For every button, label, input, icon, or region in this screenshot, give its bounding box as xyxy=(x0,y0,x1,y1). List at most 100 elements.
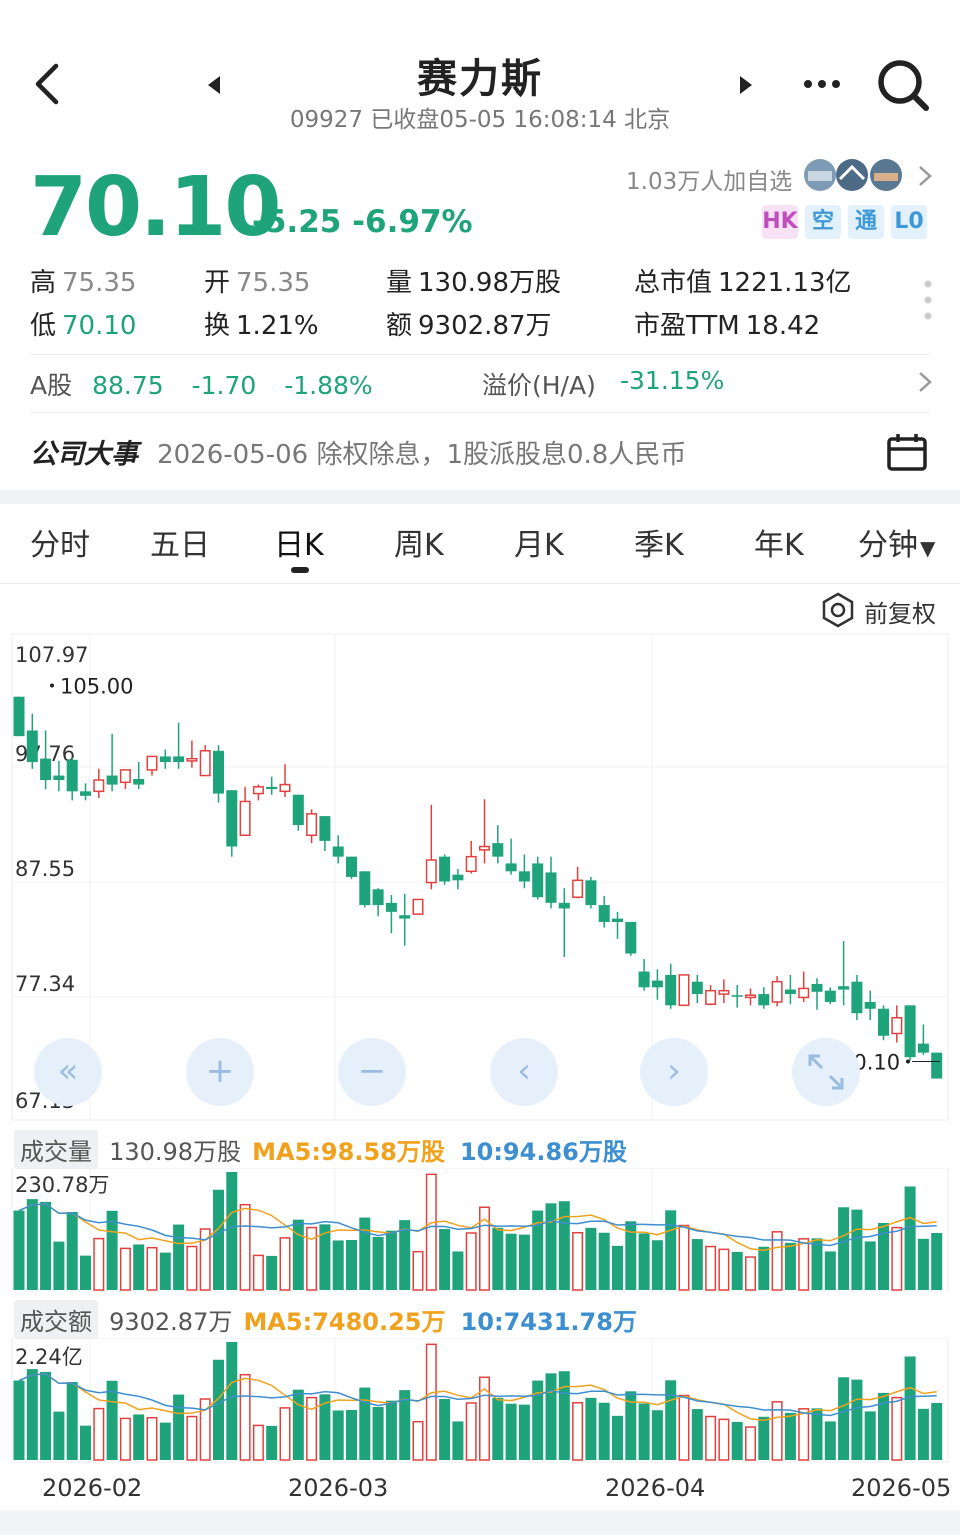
candle-body xyxy=(678,974,690,1007)
bar xyxy=(412,1420,424,1461)
stock-status: 09927 已收盘05-05 16:08:14 北京 xyxy=(289,107,671,133)
tab-daily-k[interactable]: 日K xyxy=(274,520,324,564)
bar xyxy=(505,1233,517,1290)
candle-body xyxy=(771,980,783,1003)
panel-max-label: 230.78万 xyxy=(15,1173,109,1197)
follower-count: 1.03万人加自选 xyxy=(626,169,793,195)
bar xyxy=(864,1411,876,1460)
bar xyxy=(891,1226,903,1291)
candle-body xyxy=(53,775,65,781)
bar xyxy=(678,1224,690,1291)
tab-yearly-k[interactable]: 年K xyxy=(754,520,804,564)
x-tick-label: 2026-05 xyxy=(851,1474,952,1502)
y-tick-label: 77.34 xyxy=(15,972,75,996)
bar xyxy=(40,1201,52,1290)
bar xyxy=(266,1425,278,1460)
bar xyxy=(332,1240,344,1290)
bar xyxy=(239,1373,251,1461)
next-stock-icon[interactable] xyxy=(738,74,756,96)
bar xyxy=(292,1389,304,1460)
fullscreen-icon[interactable] xyxy=(792,1038,860,1106)
x-tick-label: 2026-02 xyxy=(42,1474,143,1502)
tabs-divider xyxy=(0,583,960,584)
candle-body xyxy=(332,846,344,857)
bar xyxy=(691,1239,703,1290)
candle-body xyxy=(319,816,331,841)
more-icon[interactable] xyxy=(800,74,844,94)
volume-value: 130.98万股 xyxy=(109,1138,242,1166)
rewind-fast-icon[interactable]: « xyxy=(34,1038,102,1106)
search-icon[interactable] xyxy=(876,58,932,114)
candle-body xyxy=(239,800,251,837)
stat-turnover: 换 1.21% xyxy=(204,311,319,341)
bar xyxy=(292,1219,304,1290)
change-value: -5.25 xyxy=(252,204,342,240)
candle-body xyxy=(452,874,464,881)
candle-body xyxy=(904,1005,916,1058)
amount-ma10: 10:7431.78万 xyxy=(460,1308,637,1336)
candle-body xyxy=(13,696,25,737)
candle-body xyxy=(465,855,477,873)
bar xyxy=(279,1407,291,1461)
bar xyxy=(119,1247,131,1291)
bar xyxy=(758,1416,770,1460)
candle-body xyxy=(173,756,185,763)
bar xyxy=(465,1232,477,1291)
bar xyxy=(811,1408,823,1460)
candle-body xyxy=(133,778,145,785)
follower-avatars[interactable] xyxy=(802,157,904,193)
bar xyxy=(80,1255,91,1290)
a-share-price: 88.75 xyxy=(92,371,164,400)
candle-body xyxy=(558,902,570,909)
candle-body xyxy=(279,783,291,793)
candle-body xyxy=(80,791,91,796)
bar xyxy=(359,1387,371,1460)
bar xyxy=(252,1424,264,1461)
tab-minute[interactable]: 分钟 ▼ xyxy=(858,520,935,564)
bar xyxy=(691,1409,703,1460)
tab-quarterly-k[interactable]: 季K xyxy=(634,520,684,564)
tab-five-day[interactable]: 五日 xyxy=(150,520,210,564)
zoom-out-icon[interactable]: − xyxy=(338,1038,406,1106)
stat-amount: 额 9302.87万 xyxy=(386,311,552,341)
adjust-toggle[interactable]: 前复权 xyxy=(820,592,940,628)
company-event-row[interactable]: 公司大事 2026-05-06 除权除息，1股派股息0.8人民币 xyxy=(30,432,934,472)
candle-body xyxy=(292,794,304,826)
bar xyxy=(159,1252,171,1290)
candle-body xyxy=(159,756,171,763)
bar xyxy=(891,1396,903,1461)
candle-body xyxy=(346,856,357,877)
calendar-icon[interactable] xyxy=(886,432,928,472)
bar xyxy=(213,1359,224,1460)
section-divider xyxy=(0,490,960,504)
candle-body xyxy=(93,779,105,793)
pan-left-icon[interactable]: ‹ xyxy=(490,1038,558,1106)
pan-right-icon[interactable]: › xyxy=(640,1038,708,1106)
amount-label: 成交额 xyxy=(14,1300,98,1339)
tab-monthly-k[interactable]: 月K xyxy=(514,520,564,564)
volume-ma10: 10:94.86万股 xyxy=(459,1138,627,1166)
candle-body xyxy=(545,872,557,903)
chevron-right-icon[interactable] xyxy=(916,165,934,187)
bar xyxy=(545,1373,557,1460)
zoom-in-icon[interactable]: + xyxy=(186,1038,254,1106)
candle-body xyxy=(811,983,823,992)
expand-stats-icon[interactable] xyxy=(922,278,934,322)
candle-body xyxy=(838,986,850,990)
bar xyxy=(811,1238,823,1290)
x-tick-label: 2026-03 xyxy=(288,1474,389,1502)
candle-body xyxy=(518,871,530,882)
candle-body xyxy=(492,843,504,857)
candle-body xyxy=(372,889,384,906)
candle-body xyxy=(917,1043,929,1053)
bar xyxy=(824,1251,836,1290)
stat-pe-ttm: 市盈TTM 18.42 xyxy=(634,311,821,341)
candle-body xyxy=(532,863,544,898)
candle-body xyxy=(40,758,52,781)
volume-ma5: MA5:98.58万股 xyxy=(252,1138,445,1166)
tab-weekly-k[interactable]: 周K xyxy=(394,520,444,564)
candle-body xyxy=(226,790,238,847)
tab-intraday[interactable]: 分时 xyxy=(30,520,90,564)
candle-body xyxy=(691,981,703,995)
a-share-row[interactable]: A股 88.75 -1.70 -1.88% 溢价(H/A) -31.15% xyxy=(30,366,934,402)
